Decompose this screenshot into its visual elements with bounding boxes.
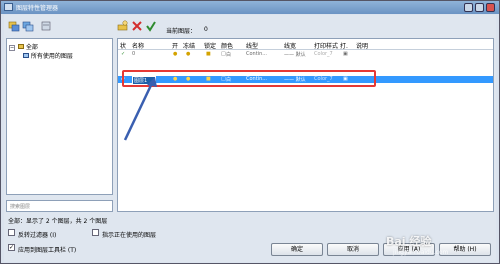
maximize-button[interactable] bbox=[475, 3, 484, 12]
minimize-button[interactable] bbox=[464, 3, 473, 12]
annotation-arrow bbox=[123, 77, 157, 141]
filter-icon bbox=[17, 44, 24, 49]
invert-filter-label: 反转过滤器 (I) bbox=[18, 232, 57, 239]
tree-item-used[interactable]: 所有使用的图层 bbox=[23, 51, 73, 60]
layer-manager-window: 图层特性管理器 当前图层： 0 − 全部 所有使用的图层 搜索图层 状 名称 开… bbox=[0, 0, 500, 264]
layer-name-cell[interactable]: 0 bbox=[132, 51, 135, 57]
layer-list: 状 名称 开 冻结 锁定 颜色 线型 线宽 打印样式 打. 说明 ✓ 0 ● ●… bbox=[117, 38, 494, 212]
close-button[interactable] bbox=[486, 3, 495, 12]
dialog-client: 当前图层： 0 − 全部 所有使用的图层 搜索图层 状 名称 开 冻结 锁定 颜… bbox=[4, 15, 496, 262]
title-bar: 图层特性管理器 bbox=[1, 1, 499, 14]
color-name-cell[interactable]: 白 bbox=[226, 51, 231, 58]
show-used-checkbox[interactable] bbox=[92, 229, 99, 236]
filter-tree: − 全部 所有使用的图层 bbox=[6, 38, 113, 195]
ok-button[interactable]: 确定 bbox=[271, 243, 323, 256]
tree-item-all-label: 全部 bbox=[25, 44, 38, 51]
lightbulb-icon[interactable]: ● bbox=[173, 51, 177, 57]
apply-toolbar-label: 应用到图层工具栏 (T) bbox=[18, 247, 77, 254]
app-icon bbox=[4, 3, 13, 11]
sun-icon[interactable]: ● bbox=[186, 51, 190, 57]
watermark-logo: Bai 经验 bbox=[386, 235, 432, 248]
plotstyle-cell: Color_7 bbox=[314, 51, 333, 57]
current-status-icon: ✓ bbox=[121, 51, 126, 57]
layer-count-status: 全部：显示了 2 个图层，共 2 个图层 bbox=[8, 218, 108, 225]
window-title: 图层特性管理器 bbox=[16, 5, 59, 12]
tree-item-used-label: 所有使用的图层 bbox=[30, 53, 73, 60]
filter-icon bbox=[23, 53, 29, 58]
set-current-icon[interactable] bbox=[145, 20, 157, 32]
delete-layer-icon[interactable] bbox=[131, 20, 143, 32]
watermark-url: jingyan.baidu.com bbox=[393, 249, 449, 256]
search-layer-input[interactable]: 搜索图层 bbox=[6, 200, 113, 212]
cancel-button[interactable]: 取消 bbox=[327, 243, 379, 256]
new-property-filter-icon[interactable] bbox=[8, 20, 20, 32]
printer-icon[interactable]: ▣ bbox=[343, 51, 348, 57]
layer-states-icon[interactable] bbox=[40, 20, 52, 32]
search-placeholder: 搜索图层 bbox=[10, 204, 31, 210]
tree-item-all[interactable]: − 全部 bbox=[9, 42, 38, 51]
table-row[interactable]: ✓ 0 ● ● ■ □ 白 Contin... —— 默认 Color_7 ▣ bbox=[118, 51, 493, 58]
new-group-filter-icon[interactable] bbox=[22, 20, 34, 32]
collapse-icon[interactable]: − bbox=[9, 45, 15, 51]
apply-toolbar-checkbox[interactable]: ✓ bbox=[8, 244, 15, 251]
header-divider bbox=[118, 49, 493, 50]
new-layer-icon[interactable] bbox=[117, 20, 129, 32]
show-used-label: 指示正在使用的图层 bbox=[102, 232, 157, 239]
unlock-icon[interactable]: ■ bbox=[206, 51, 211, 57]
current-layer-value: 0 bbox=[204, 26, 208, 33]
current-layer-label: 当前图层： bbox=[166, 28, 197, 35]
linetype-cell[interactable]: Contin... bbox=[246, 51, 267, 57]
invert-filter-checkbox[interactable] bbox=[8, 229, 15, 236]
lineweight-cell[interactable]: —— 默认 bbox=[284, 51, 306, 58]
